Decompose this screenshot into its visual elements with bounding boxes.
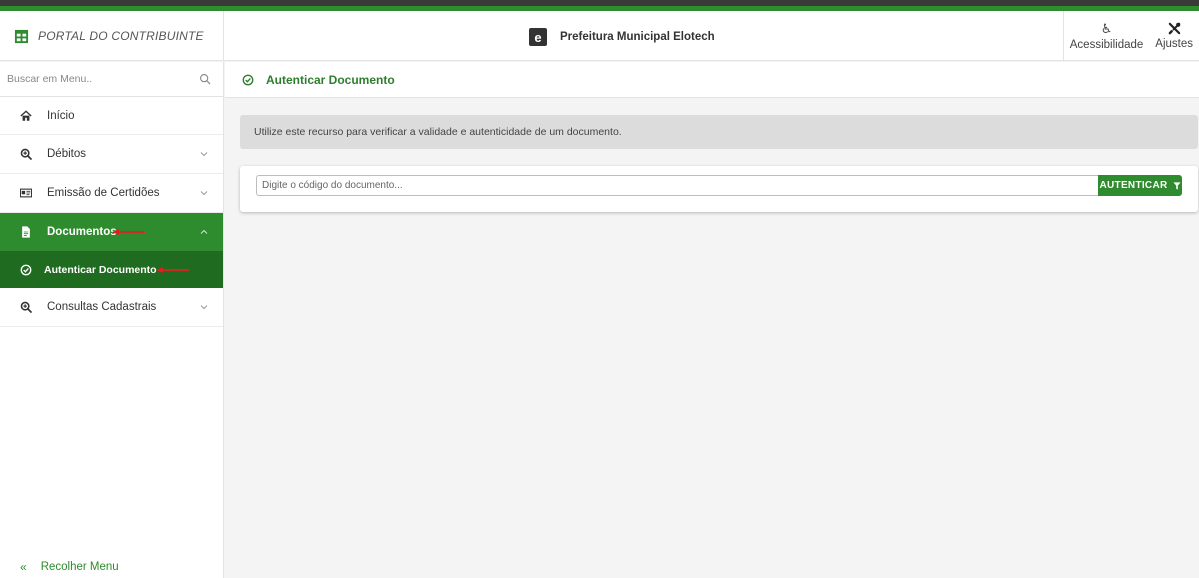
search-plus-icon (20, 148, 32, 160)
organization: e Prefeitura Municipal Elotech (529, 28, 715, 46)
portal-title: PORTAL DO CONTRIBUINTE (38, 29, 204, 43)
authenticate-button-label: AUTENTICAR (1099, 180, 1168, 191)
top-accent-bar (0, 0, 1199, 11)
authenticate-button[interactable]: AUTENTICAR (1098, 175, 1182, 196)
authenticate-card: AUTENTICAR (240, 166, 1198, 212)
collapse-menu-label: Recolher Menu (40, 561, 119, 573)
filter-icon (1172, 181, 1181, 190)
chevron-down-icon (200, 191, 208, 196)
settings-button[interactable]: Ajustes (1149, 11, 1199, 61)
sidebar-item-label: Autenticar Documento (44, 263, 157, 276)
wheelchair-icon: ♿︎ (1100, 20, 1113, 36)
sidebar-item-inicio[interactable]: Início (0, 97, 223, 135)
menu-search (0, 62, 223, 97)
sidebar-item-label: Emissão de Certidões (47, 187, 160, 199)
sidebar-item-label: Documentos (47, 226, 117, 238)
chevron-down-icon (200, 152, 208, 157)
chevron-up-icon (200, 229, 208, 234)
info-text: Utilize este recurso para verificar a va… (254, 126, 622, 138)
collapse-menu-button[interactable]: « Recolher Menu (0, 556, 223, 578)
accessibility-label: Acessibilidade (1069, 38, 1144, 51)
search-plus-icon (20, 301, 32, 313)
search-icon[interactable] (199, 73, 211, 85)
red-arrow-annotation (156, 267, 189, 273)
page-title: Autenticar Documento (266, 72, 395, 87)
check-circle-icon (242, 74, 254, 85)
portal-brand[interactable]: PORTAL DO CONTRIBUINTE (0, 11, 224, 61)
check-circle-icon (20, 264, 32, 275)
document-icon (22, 226, 30, 238)
org-logo-icon: e (529, 28, 547, 46)
app-header: PORTAL DO CONTRIBUINTE e Prefeitura Muni… (0, 11, 1199, 61)
sidebar-subitem-autenticar-documento[interactable]: Autenticar Documento (0, 251, 223, 288)
settings-label: Ajustes (1155, 38, 1193, 50)
header-actions: ♿︎ Acessibilidade Ajustes (1062, 11, 1199, 61)
sidebar-item-consultas-cadastrais[interactable]: Consultas Cadastrais (0, 288, 223, 327)
sidebar-item-label: Início (47, 109, 75, 122)
chevron-down-icon (200, 305, 208, 310)
red-arrow-annotation (112, 229, 145, 235)
sidebar-item-emissao-certidoes[interactable]: Emissão de Certidões (0, 174, 223, 213)
sidebar: Início Débitos Emissão de Certidões Docu… (0, 62, 224, 578)
org-name: Prefeitura Municipal Elotech (560, 31, 715, 43)
sidebar-item-debitos[interactable]: Débitos (0, 135, 223, 174)
home-icon (20, 109, 32, 121)
spreadsheet-icon (14, 29, 29, 43)
menu-search-input[interactable] (7, 73, 177, 85)
document-code-input[interactable] (256, 175, 1099, 196)
tools-icon (1168, 22, 1180, 35)
info-message: Utilize este recurso para verificar a va… (240, 115, 1198, 149)
sidebar-item-label: Débitos (47, 148, 86, 160)
accessibility-button[interactable]: ♿︎ Acessibilidade (1064, 11, 1150, 61)
sidebar-item-documentos[interactable]: Documentos (0, 213, 223, 251)
sidebar-item-label: Consultas Cadastrais (47, 301, 157, 313)
double-chevron-left-icon: « (20, 560, 27, 574)
page-title-bar: Autenticar Documento (225, 62, 1199, 98)
id-card-icon (20, 188, 32, 198)
